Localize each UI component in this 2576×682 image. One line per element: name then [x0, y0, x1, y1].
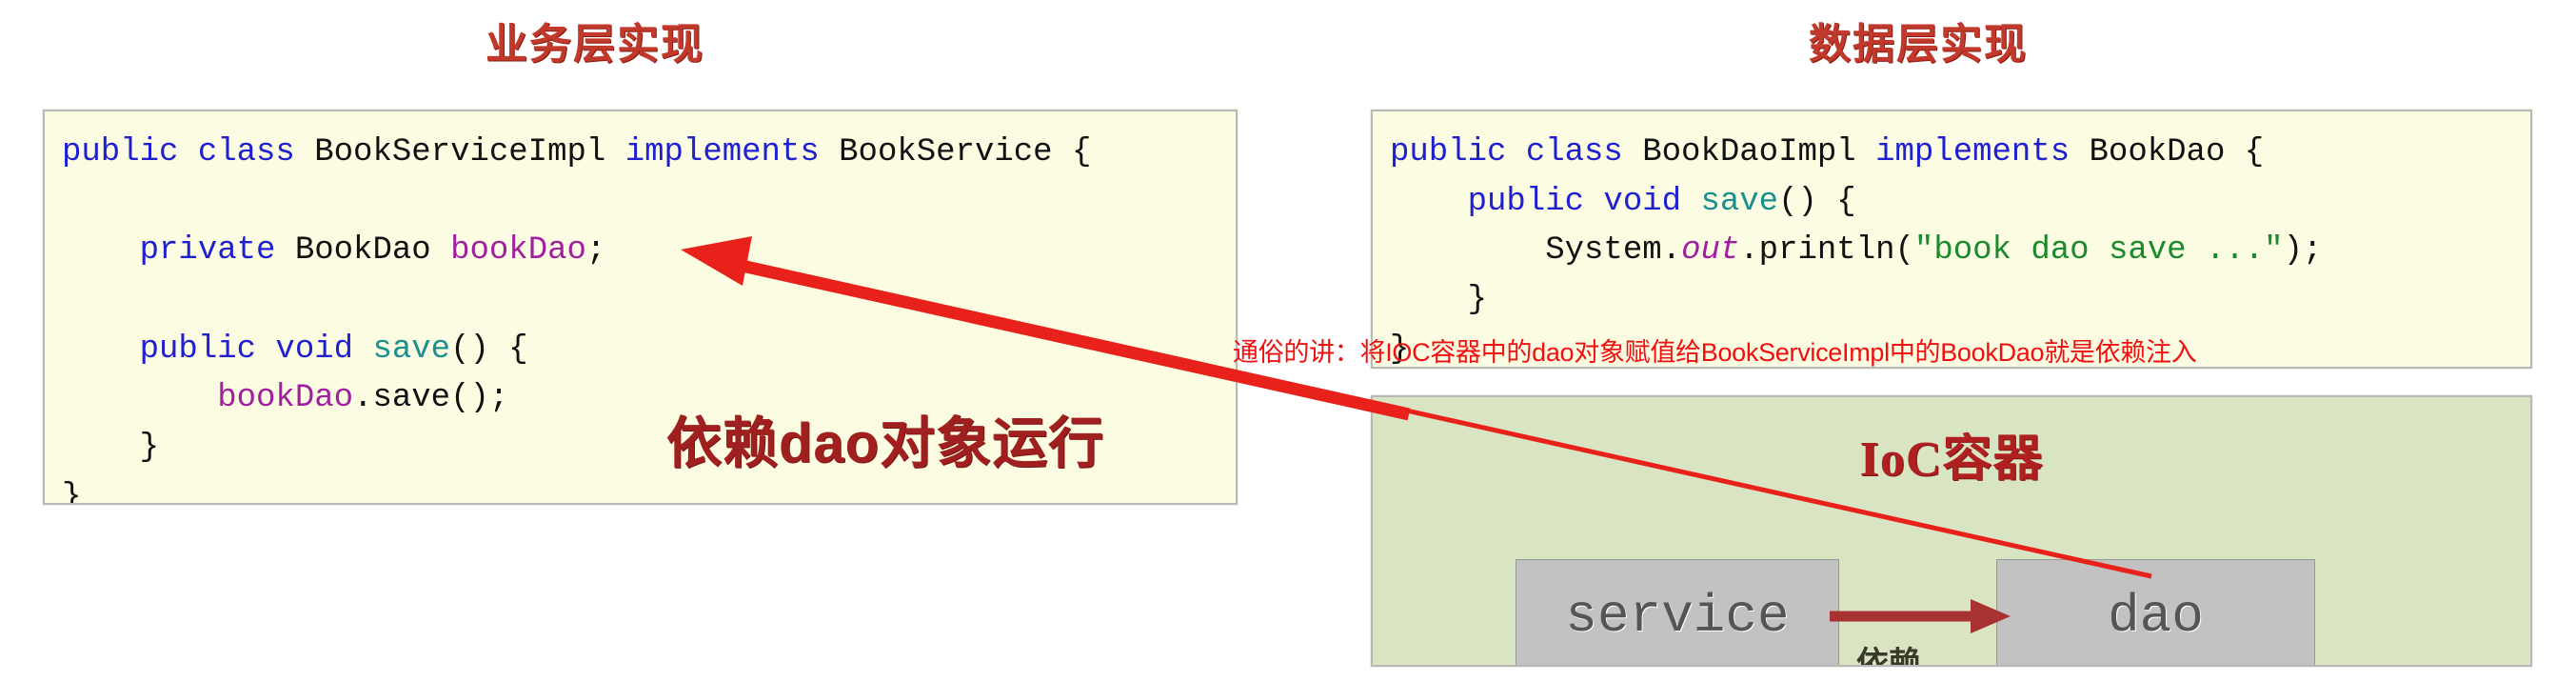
code-line: public class BookDaoImpl implements Book…	[1390, 129, 2530, 178]
code-line: public void save() {	[1390, 178, 2530, 228]
dependency-arrow-icon	[1830, 599, 2011, 633]
code-token: );	[2283, 232, 2323, 270]
code-token: }	[1390, 282, 1488, 319]
ioc-container-title: IoC容器	[1859, 432, 2044, 487]
code-token: "book dao save ..."	[1913, 232, 2284, 270]
code-line: public void save() {	[62, 326, 1236, 375]
code-token: .println(	[1739, 232, 1914, 270]
code-token: .save();	[353, 380, 509, 417]
annotation-dependency-injection-note: 通俗的讲：将IOC容器中的dao对象赋值给BookServiceImpl中的Bo…	[1233, 338, 2197, 367]
code-line: private BookDao bookDao;	[62, 227, 1236, 276]
code-token: BookService {	[839, 134, 1092, 170]
code-token: public void	[62, 331, 373, 368]
code-token: BookDao {	[2089, 134, 2265, 170]
code-token: bookDao	[450, 232, 586, 270]
code-block-bookdaoimpl: public class BookDaoImpl implements Book…	[1371, 110, 2532, 369]
code-token: public void	[1390, 183, 1701, 220]
dependency-arrow-label: 依赖	[1856, 646, 1921, 667]
code-token: System.	[1390, 232, 1682, 270]
code-token: }	[62, 430, 160, 467]
code-token: public class	[62, 134, 315, 170]
code-token: save	[1700, 183, 1779, 220]
code-token: ;	[585, 232, 606, 270]
code-token: public class	[1390, 134, 1643, 170]
code-token: implements	[624, 134, 840, 170]
heading-data-layer: 数据层实现	[1809, 21, 2028, 68]
ioc-container-panel: IoC容器 service dao 依赖	[1371, 395, 2532, 667]
heading-business-layer: 业务层实现	[485, 21, 704, 68]
bean-box-dao: dao	[1996, 559, 2315, 665]
code-token: bookDao	[62, 380, 354, 417]
code-line: System.out.println("book dao save ...");	[1390, 227, 2530, 276]
code-token: }	[62, 478, 82, 505]
label-depends-on-dao-object: 依赖dao对象运行	[666, 412, 1105, 474]
code-token: save	[372, 331, 451, 368]
diagram-canvas: 业务层实现 数据层实现 public class BookServiceImpl…	[0, 0, 2576, 682]
code-line: }	[1390, 276, 2530, 326]
code-token: private	[62, 232, 295, 270]
code-token: () {	[450, 331, 528, 368]
code-token: () {	[1778, 183, 1856, 220]
code-token: BookDao	[294, 232, 451, 270]
code-token: BookServiceImpl	[314, 134, 625, 170]
code-line: public class BookServiceImpl implements …	[62, 129, 1236, 178]
bean-box-service: service	[1516, 559, 1839, 665]
code-token: BookDaoImpl	[1642, 134, 1876, 170]
code-token: out	[1681, 232, 1740, 270]
code-token: implements	[1875, 134, 2090, 170]
